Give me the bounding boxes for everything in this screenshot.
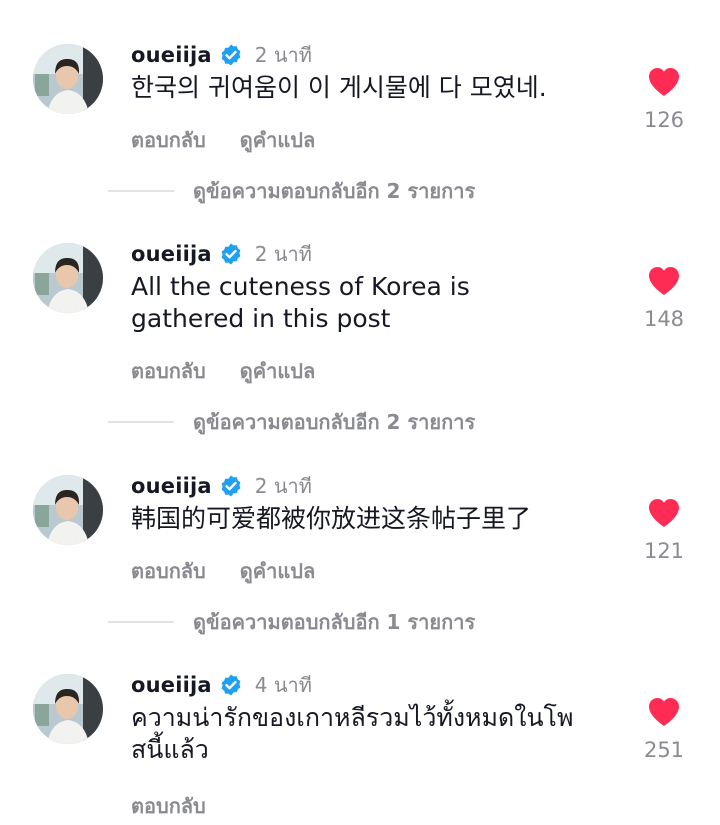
comment-header: oueiija 2 นาที [131,38,312,72]
like-count: 126 [643,108,685,132]
comment-text: ความน่ารักของเกาหลีรวมไว้ทั้งหมดในโพสนี้… [131,703,574,764]
avatar[interactable] [33,475,103,545]
like-count: 121 [643,539,685,563]
avatar[interactable] [33,243,103,313]
like-button[interactable]: 148 [628,265,700,331]
divider-line [108,190,174,192]
translate-button[interactable]: ดูคำแปล [240,124,315,156]
like-button[interactable]: 126 [628,66,700,132]
view-more-replies[interactable]: ดูข้อความตอบกลับอีก 2 รายการ [108,407,708,437]
reply-button[interactable]: ตอบกลับ [131,355,206,387]
like-button[interactable]: 121 [628,497,700,563]
view-more-replies[interactable]: ดูข้อความตอบกลับอีก 1 รายการ [108,607,708,637]
view-more-replies[interactable]: ดูข้อความตอบกลับอีก 2 รายการ [108,176,708,206]
username[interactable]: oueiija [131,673,212,697]
divider-line [108,421,174,423]
comment-actions: ตอบกลับ ดูคำแปล [131,555,315,587]
comment-actions: ตอบกลับ ดูคำแปล [131,355,315,387]
verified-badge-icon [221,475,241,497]
verified-badge-icon [221,674,241,696]
heart-icon [649,698,679,726]
comment-time: 4 นาที [254,673,312,697]
comment-time: 2 นาที [254,474,312,498]
username[interactable]: oueiija [131,43,212,67]
reply-button[interactable]: ตอบกลับ [131,790,206,822]
like-count: 251 [643,738,685,762]
comment-time: 2 นาที [254,43,312,67]
heart-icon [649,68,679,96]
comment-text: 韩国的可爱都被你放进这条帖子里了 [131,504,532,533]
comment-header: oueiija 4 นาที [131,668,312,702]
username[interactable]: oueiija [131,242,212,266]
view-more-replies-label[interactable]: ดูข้อความตอบกลับอีก 2 รายการ [193,175,475,207]
heart-icon [649,267,679,295]
username[interactable]: oueiija [131,474,212,498]
avatar[interactable] [33,44,103,114]
comment-time: 2 นาที [254,242,312,266]
translate-button[interactable]: ดูคำแปล [240,355,315,387]
verified-badge-icon [221,243,241,265]
comment-text: All the cuteness of Korea is gathered in… [131,272,470,333]
comment-header: oueiija 2 นาที [131,469,312,503]
like-button[interactable]: 251 [628,696,700,762]
comment-text: 한국의 귀여움이 이 게시물에 다 모였네. [131,73,547,102]
comment-actions: ตอบกลับ [131,790,240,822]
translate-button[interactable]: ดูคำแปล [240,555,315,587]
heart-icon [649,499,679,527]
like-count: 148 [643,307,685,331]
divider-line [108,621,174,623]
view-more-replies-label[interactable]: ดูข้อความตอบกลับอีก 2 รายการ [193,406,475,438]
comment-header: oueiija 2 นาที [131,237,312,271]
verified-badge-icon [221,44,241,66]
avatar[interactable] [33,674,103,744]
comment-actions: ตอบกลับ ดูคำแปล [131,124,315,156]
view-more-replies-label[interactable]: ดูข้อความตอบกลับอีก 1 รายการ [193,606,475,638]
reply-button[interactable]: ตอบกลับ [131,555,206,587]
reply-button[interactable]: ตอบกลับ [131,124,206,156]
